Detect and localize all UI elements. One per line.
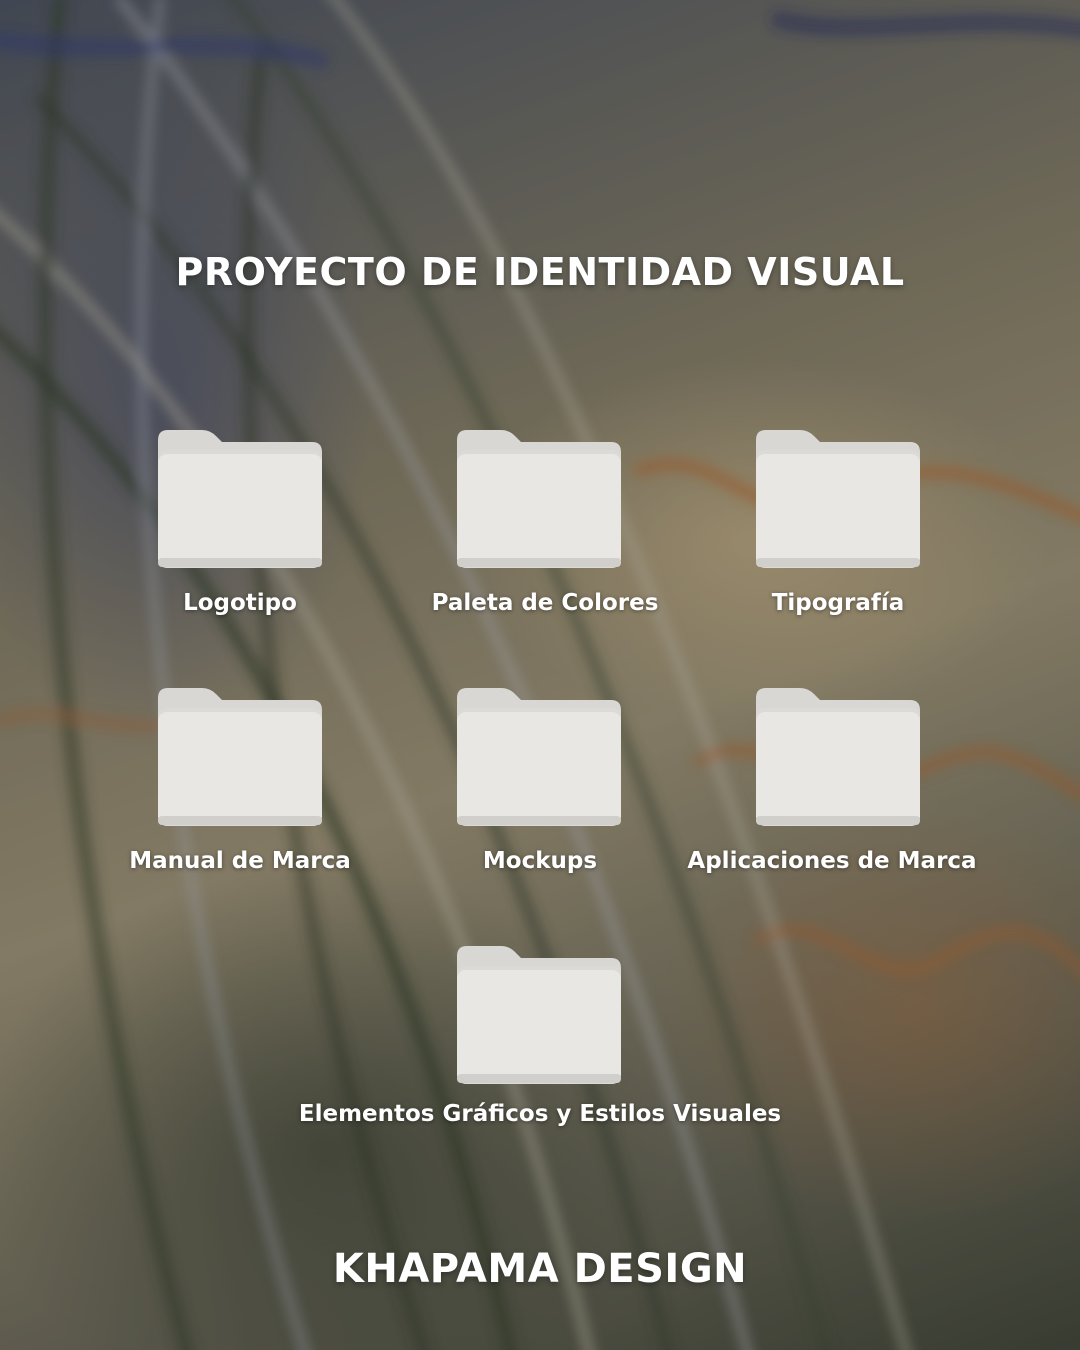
folder-logotipo[interactable] [158, 430, 322, 570]
folder-manual-de-marca[interactable] [158, 688, 322, 828]
folder-label-elementos-graficos: Elementos Gráficos y Estilos Visuales [298, 1101, 782, 1127]
folder-aplicaciones-de-marca[interactable] [756, 688, 920, 828]
folder-icon [457, 688, 621, 826]
folder-label-tipografia: Tipografía [771, 590, 905, 616]
folder-mockups[interactable] [457, 688, 621, 828]
brand-name: KHAPAMA DESIGN [332, 1246, 748, 1292]
folder-icon [158, 430, 322, 568]
folder-icon [756, 430, 920, 568]
abstract-wallpaper [0, 0, 1080, 1350]
folder-icon [457, 430, 621, 568]
folder-icon [756, 688, 920, 826]
page-title: PROYECTO DE IDENTIDAD VISUAL [175, 250, 905, 294]
folder-label-aplicaciones-de-marca: Aplicaciones de Marca [687, 848, 977, 874]
folder-tipografia[interactable] [756, 430, 920, 570]
folder-icon [457, 946, 621, 1084]
desktop-background: PROYECTO DE IDENTIDAD VISUAL Logotipo Pa… [0, 0, 1080, 1350]
folder-icon [158, 688, 322, 826]
folder-elementos-graficos[interactable] [457, 946, 621, 1086]
folder-paleta-de-colores[interactable] [457, 430, 621, 570]
